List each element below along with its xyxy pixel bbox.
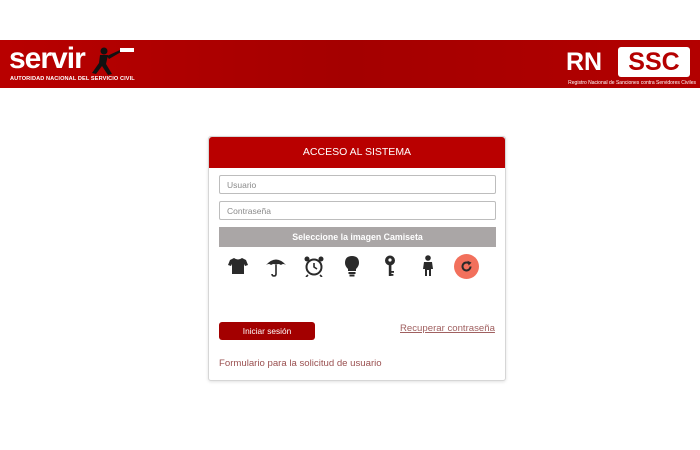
umbrella-icon[interactable] — [263, 253, 289, 279]
alarm-clock-icon[interactable] — [301, 253, 327, 279]
captcha-icon-row — [219, 253, 496, 281]
recover-password-link[interactable]: Recuperar contraseña — [400, 323, 495, 334]
tshirt-icon[interactable] — [225, 253, 251, 279]
refresh-icon[interactable] — [454, 254, 479, 279]
servir-subtitle: AUTORIDAD NACIONAL DEL SERVICIO CIVIL — [10, 76, 135, 82]
key-icon[interactable] — [377, 253, 403, 279]
password-input[interactable] — [219, 201, 496, 220]
login-card-title: ACCESO AL SISTEMA — [209, 137, 505, 168]
username-input[interactable] — [219, 175, 496, 194]
lightbulb-icon[interactable] — [339, 253, 365, 279]
top-header-bar: servir AUTORIDAD NACIONAL DEL SERVICIO C… — [0, 40, 700, 88]
user-request-form-link[interactable]: Formulario para la solicitud de usuario — [219, 358, 382, 369]
rnssc-letters-ssc: SSC — [618, 47, 690, 77]
login-button[interactable]: Iniciar sesión — [219, 322, 315, 340]
login-card: ACCESO AL SISTEMA Seleccione la imagen C… — [208, 136, 506, 381]
rnssc-subtitle: Registro Nacional de Sanciones contra Se… — [568, 80, 696, 86]
rnssc-logo[interactable]: RN SSC Registro Nacional de Sanciones co… — [558, 43, 696, 87]
rnssc-letters-rn: RN — [566, 48, 603, 76]
runner-figure-icon — [92, 47, 134, 75]
person-icon[interactable] — [415, 253, 441, 279]
captcha-prompt-bar: Seleccione la imagen Camiseta — [219, 227, 496, 247]
captcha-prompt-text: Seleccione la imagen — [292, 232, 384, 242]
captcha-target-label: Camiseta — [383, 232, 423, 242]
servir-wordmark: servir — [9, 42, 86, 75]
servir-logo[interactable]: servir AUTORIDAD NACIONAL DEL SERVICIO C… — [8, 42, 135, 84]
